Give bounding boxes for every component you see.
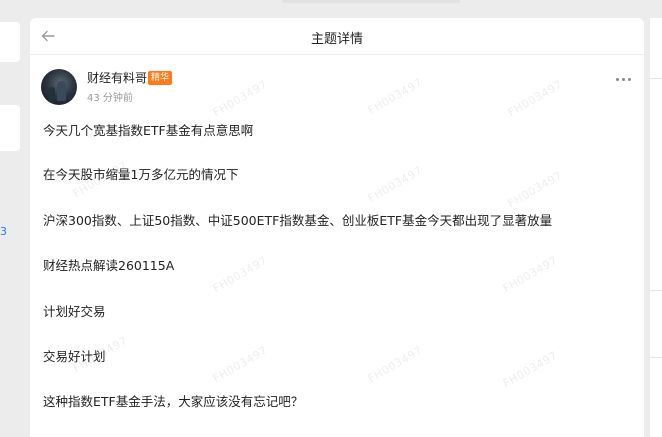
watermark: FH003497 bbox=[210, 253, 270, 296]
watermark: FH003497 bbox=[210, 343, 270, 386]
watermark: FH003497 bbox=[505, 168, 565, 211]
post-line: 这种指数ETF基金手法，大家应该没有忘记吧？ bbox=[43, 394, 304, 409]
author-name[interactable]: 财经有料哥 bbox=[87, 69, 147, 86]
page-title: 主题详情 bbox=[310, 32, 363, 47]
more-dots-icon[interactable] bbox=[616, 73, 632, 85]
right-divider bbox=[650, 290, 662, 291]
watermark: FH003497 bbox=[500, 253, 560, 296]
post-header: 财经有料哥 精华 43 分钟前 bbox=[30, 55, 644, 115]
right-panel bbox=[650, 18, 662, 437]
top-bar-fragment bbox=[282, 0, 460, 3]
post-line: 计划好交易 bbox=[43, 304, 106, 319]
post-line: 在今天股市缩量1万多亿元的情况下 bbox=[43, 167, 239, 182]
watermark: FH003497 bbox=[365, 343, 425, 386]
watermark: FH003497 bbox=[500, 348, 560, 391]
right-divider bbox=[650, 78, 662, 79]
avatar[interactable] bbox=[41, 69, 77, 105]
left-panel-count: 3 bbox=[0, 225, 7, 238]
right-divider bbox=[650, 357, 662, 358]
post-line: 财经热点解读260115A bbox=[43, 258, 175, 273]
watermark: FH003497 bbox=[365, 163, 425, 206]
featured-badge: 精华 bbox=[148, 71, 173, 85]
left-panel-stat: 3 bbox=[0, 105, 20, 238]
left-panel-top bbox=[0, 22, 20, 62]
post-line: 交易好计划 bbox=[43, 349, 106, 364]
post-card: 主题详情 财经有料哥 精华 43 分钟前 今天几个宽基指数ETF基金有点意思啊 … bbox=[30, 18, 644, 437]
post-line: 今天几个宽基指数ETF基金有点意思啊 bbox=[43, 123, 254, 138]
card-header: 主题详情 bbox=[30, 18, 644, 55]
post-time: 43 分钟前 bbox=[87, 93, 133, 104]
post-line: 沪深300指数、上证50指数、中证500ETF指数基金、创业板ETF基金今天都出… bbox=[43, 213, 553, 228]
